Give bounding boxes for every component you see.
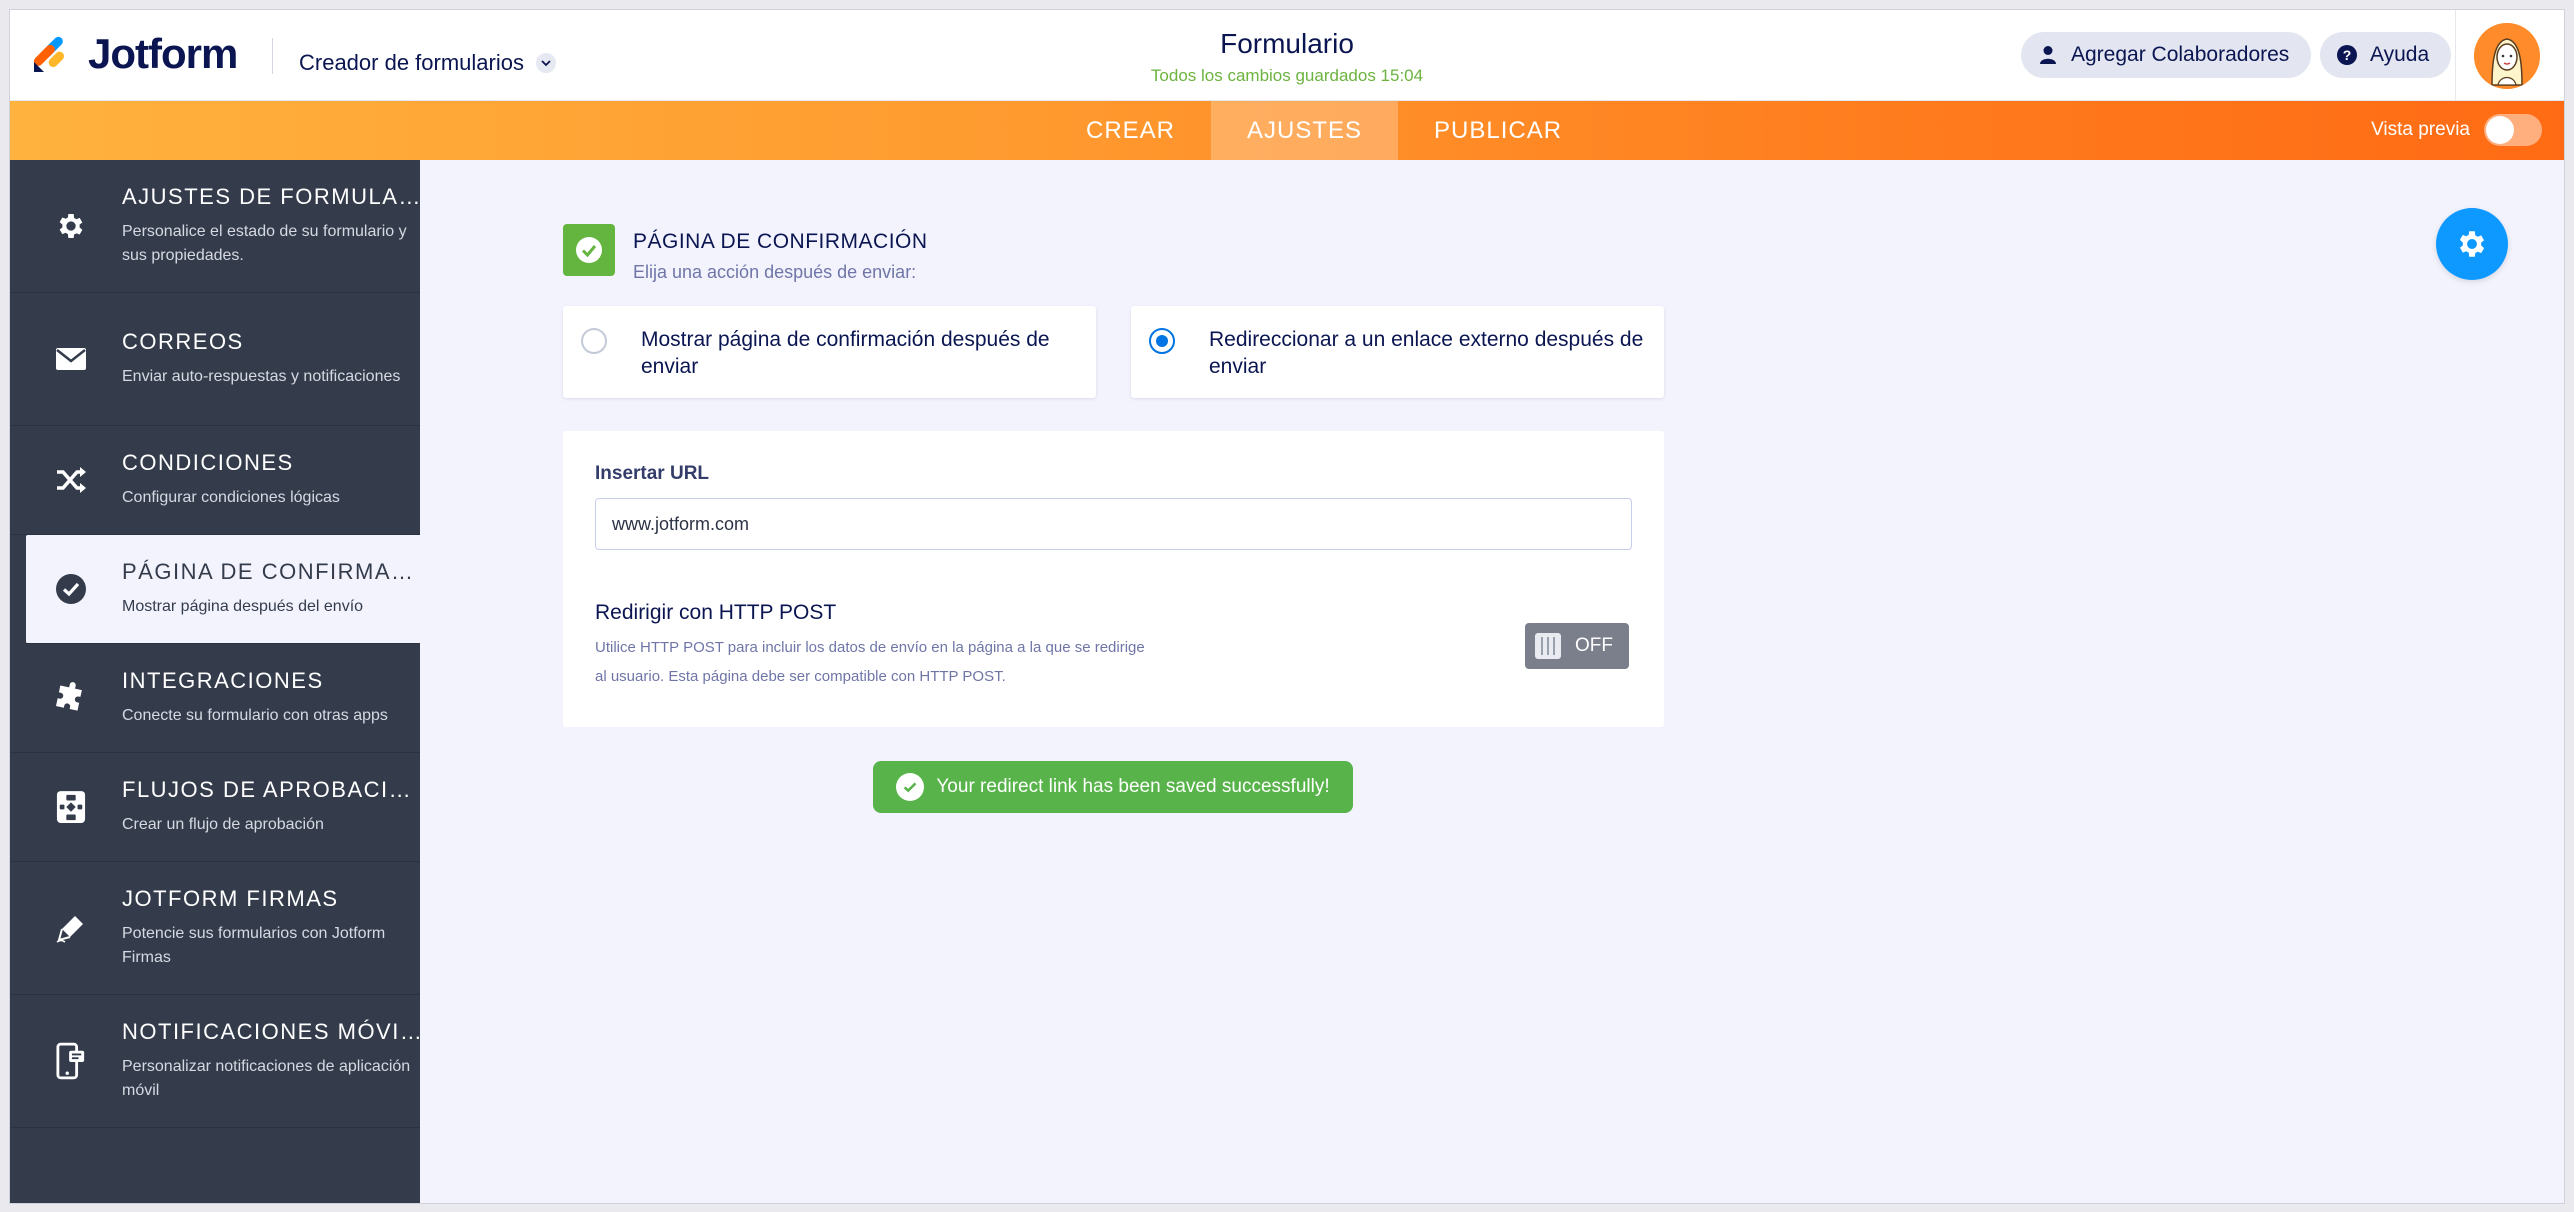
add-collaborators-label: Agregar Colaboradores [2071,43,2290,66]
toggle-grip-icon [1535,633,1561,659]
user-avatar[interactable] [2474,23,2540,89]
sidebar-item-title: PÁGINA DE CONFIRMACI... [122,559,422,584]
question-icon: ? [2336,44,2358,66]
http-post-toggle[interactable]: OFF [1525,623,1629,669]
add-collaborators-button[interactable]: Agregar Colaboradores [2021,32,2312,78]
help-button[interactable]: ? Ayuda [2320,32,2452,78]
url-label: Insertar URL [595,463,710,484]
sidebar-item-title: JOTFORM FIRMAS [122,886,339,911]
check-icon [563,224,615,276]
mobile-icon [54,1042,88,1080]
top-bar: Jotform Creador de formularios Formulari… [10,10,2564,101]
preview-control: Vista previa [2371,114,2542,146]
sidebar-item-title: CONDICIONES [122,450,294,475]
toggle-state-label: OFF [1575,635,1613,656]
sidebar-item-desc: Personalizar notificaciones de aplicació… [122,1058,411,1099]
settings-gear-button[interactable] [2436,208,2508,280]
gear-icon [2459,231,2485,257]
sidebar-item-title: INTEGRACIONES [122,668,324,693]
flow-icon [54,790,88,824]
sidebar-item-mobile-notifications[interactable]: NOTIFICACIONES MÓVIL... Personalizar not… [10,995,422,1128]
toast-message: Your redirect link has been saved succes… [936,776,1330,797]
section-subtitle: Elija una acción después de enviar: [633,262,917,282]
sidebar-item-desc: Crear un flujo de aprobación [122,816,324,833]
preview-toggle[interactable] [2484,114,2542,146]
help-label: Ayuda [2370,43,2430,66]
option-label: Redireccionar a un enlace externo despué… [1209,328,1644,378]
sidebar-item-desc: Personalice el estado de su formulario y… [122,223,407,264]
sidebar-item-desc: Conecte su formulario con otras apps [122,707,388,724]
header-divider-right [2455,10,2456,101]
settings-panel: PÁGINA DE CONFIRMACIÓN Elija una acción … [420,160,2564,1203]
check-circle-icon [896,773,925,801]
tab-crear[interactable]: CREAR [1050,101,1211,160]
user-icon [2037,44,2059,66]
sidebar-item-emails[interactable]: CORREOS Enviar auto-respuestas y notific… [10,293,420,426]
sidebar-item-title: NOTIFICACIONES MÓVIL... [122,1019,422,1044]
option-label: Mostrar página de confirmación después d… [641,328,1050,378]
radio-button-selected[interactable] [1149,328,1175,354]
sidebar-item-conditions[interactable]: CONDICIONES Configurar condiciones lógic… [10,426,420,535]
success-toast: Your redirect link has been saved succes… [873,761,1353,813]
redirect-settings-card: Insertar URL Redirigir con HTTP POST Uti… [563,431,1664,727]
gear-icon [54,209,88,243]
sidebar-item-thank-you-page[interactable]: PÁGINA DE CONFIRMACI... Mostrar página d… [26,535,422,644]
option-show-thank-you-page[interactable]: Mostrar página de confirmación después d… [563,306,1096,398]
sidebar-item-title: CORREOS [122,329,244,354]
puzzle-icon [54,681,88,715]
envelope-icon [54,342,88,376]
sidebar-item-desc: Potencie sus formularios con Jotform Fir… [122,925,386,966]
section-title: PÁGINA DE CONFIRMACIÓN [633,230,928,253]
sidebar-item-integrations[interactable]: INTEGRACIONES Conecte su formulario con … [10,644,420,753]
radio-button[interactable] [581,328,607,354]
main-nav: CREAR AJUSTES PUBLICAR Vista previa [10,101,2564,160]
sidebar-item-desc: Enviar auto-respuestas y notificaciones [122,368,401,385]
pen-icon [54,911,88,945]
sidebar-item-title: AJUSTES DE FORMULARIO [122,184,422,209]
preview-label: Vista previa [2371,119,2470,140]
http-post-title: Redirigir con HTTP POST [595,601,837,624]
svg-text:?: ? [2343,47,2352,63]
sidebar-item-desc: Configurar condiciones lógicas [122,489,340,506]
settings-sidebar: AJUSTES DE FORMULARIO Personalice el est… [10,160,422,1203]
option-redirect-external[interactable]: Redireccionar a un enlace externo despué… [1131,306,1664,398]
section-header: PÁGINA DE CONFIRMACIÓN Elija una acción … [563,224,928,283]
sidebar-item-title: FLUJOS DE APROBACIÓN [122,777,422,802]
sidebar-item-jotform-sign[interactable]: JOTFORM FIRMAS Potencie sus formularios … [10,862,420,995]
shuffle-icon [54,463,88,497]
http-post-description: Utilice HTTP POST para incluir los datos… [595,639,1145,685]
nav-tabs: CREAR AJUSTES PUBLICAR [1050,101,1598,160]
tab-publicar[interactable]: PUBLICAR [1398,101,1598,160]
sidebar-item-desc: Mostrar página después del envío [122,598,364,615]
check-circle-icon [54,572,88,606]
sidebar-item-approval-flows[interactable]: FLUJOS DE APROBACIÓN Crear un flujo de a… [10,753,422,862]
sidebar-item-form-settings[interactable]: AJUSTES DE FORMULARIO Personalice el est… [10,160,422,293]
url-input[interactable] [595,498,1632,550]
tab-ajustes[interactable]: AJUSTES [1211,101,1399,160]
app-window: Jotform Creador de formularios Formulari… [10,10,2564,1203]
